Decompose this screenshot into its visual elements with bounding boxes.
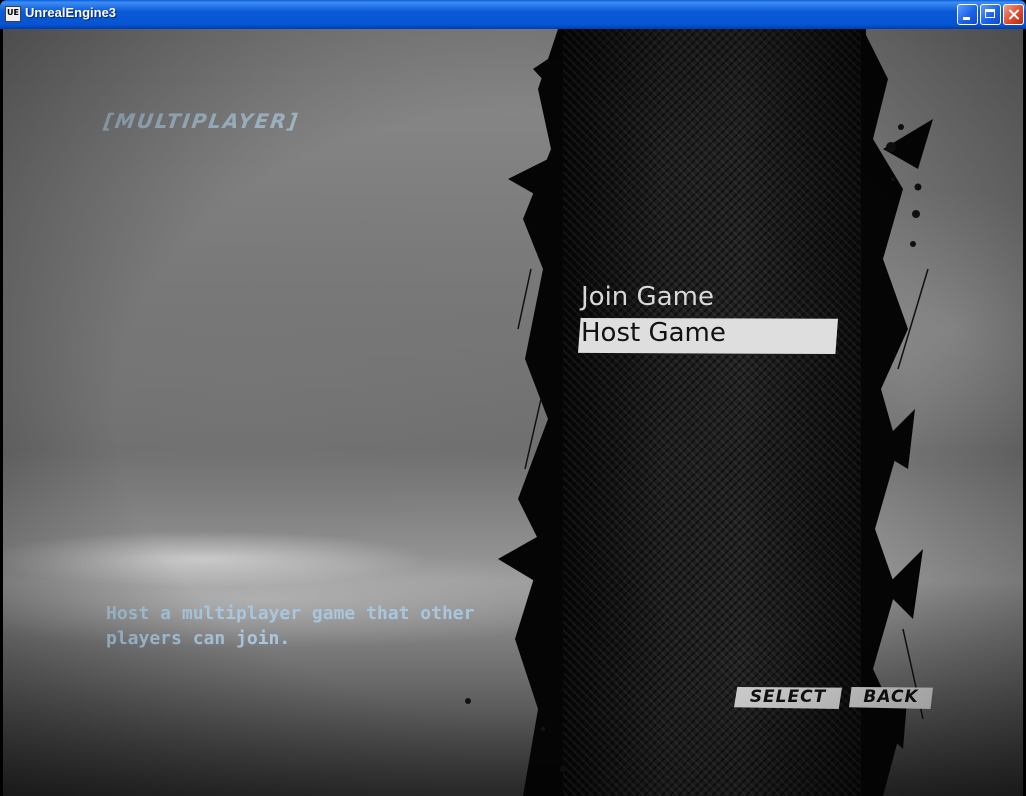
menu-item-host-game[interactable]: Host Game xyxy=(578,318,838,354)
app-icon[interactable] xyxy=(5,6,21,22)
description-line: players can join. xyxy=(106,628,291,649)
game-viewport: [MULTIPLAYER] Join Game Host Game Host a… xyxy=(3,29,1023,796)
title-bar[interactable]: UnrealEngine3 xyxy=(0,0,1026,29)
app-window: UnrealEngine3 xyxy=(0,0,1026,796)
select-button[interactable]: SELECT xyxy=(734,687,842,709)
ink-splatter-decoration xyxy=(465,29,933,796)
maximize-button[interactable] xyxy=(980,4,1001,25)
menu-item-join-game[interactable]: Join Game xyxy=(578,282,838,318)
window-title: UnrealEngine3 xyxy=(25,5,117,20)
main-menu: Join Game Host Game xyxy=(578,282,838,354)
back-button[interactable]: BACK xyxy=(849,687,933,709)
close-button[interactable] xyxy=(1003,4,1024,25)
menu-description: Host a multiplayer game that other playe… xyxy=(106,601,506,651)
carbon-fiber-panel xyxy=(558,29,866,796)
description-line: Host a multiplayer game that other xyxy=(106,603,475,624)
minimize-button[interactable] xyxy=(957,4,978,25)
menu-header: [MULTIPLAYER] xyxy=(102,109,301,133)
